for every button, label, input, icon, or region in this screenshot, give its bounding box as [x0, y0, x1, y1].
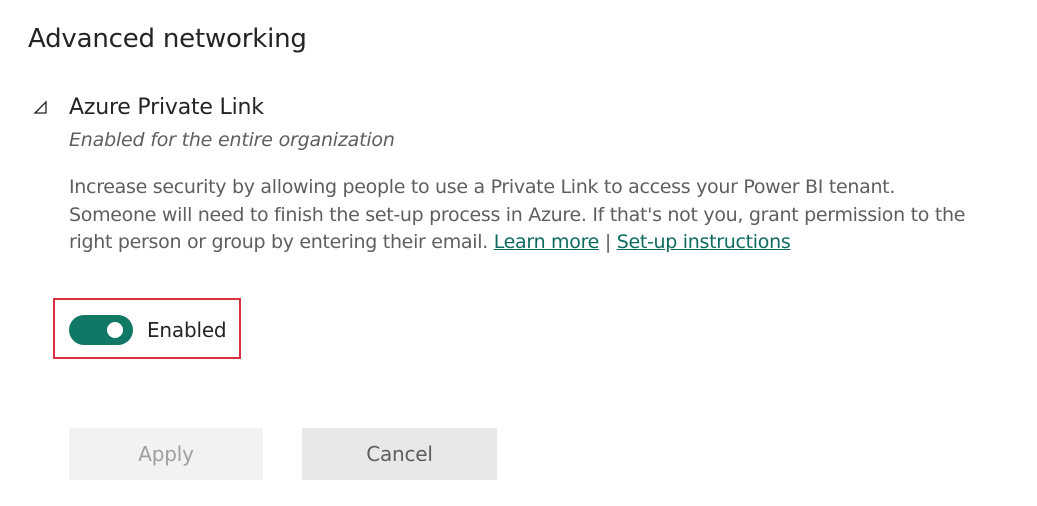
- link-separator: |: [604, 231, 611, 253]
- setting-description: Increase security by allowing people to …: [69, 174, 969, 257]
- learn-more-link[interactable]: Learn more: [494, 231, 600, 253]
- setup-instructions-link[interactable]: Set-up instructions: [617, 231, 791, 253]
- setting-subtitle: Enabled for the entire organization: [69, 129, 395, 151]
- cancel-button[interactable]: Cancel: [302, 428, 497, 480]
- toggle-knob: [107, 322, 123, 338]
- setting-title: Azure Private Link: [69, 95, 264, 120]
- enable-toggle[interactable]: Enabled: [69, 315, 227, 345]
- page-title: Advanced networking: [28, 24, 307, 54]
- toggle-switch[interactable]: [69, 315, 133, 345]
- apply-button[interactable]: Apply: [69, 428, 263, 480]
- toggle-label: Enabled: [147, 318, 227, 342]
- triangle-collapse-icon[interactable]: [33, 100, 49, 116]
- settings-page: Advanced networking Azure Private Link E…: [0, 0, 1037, 506]
